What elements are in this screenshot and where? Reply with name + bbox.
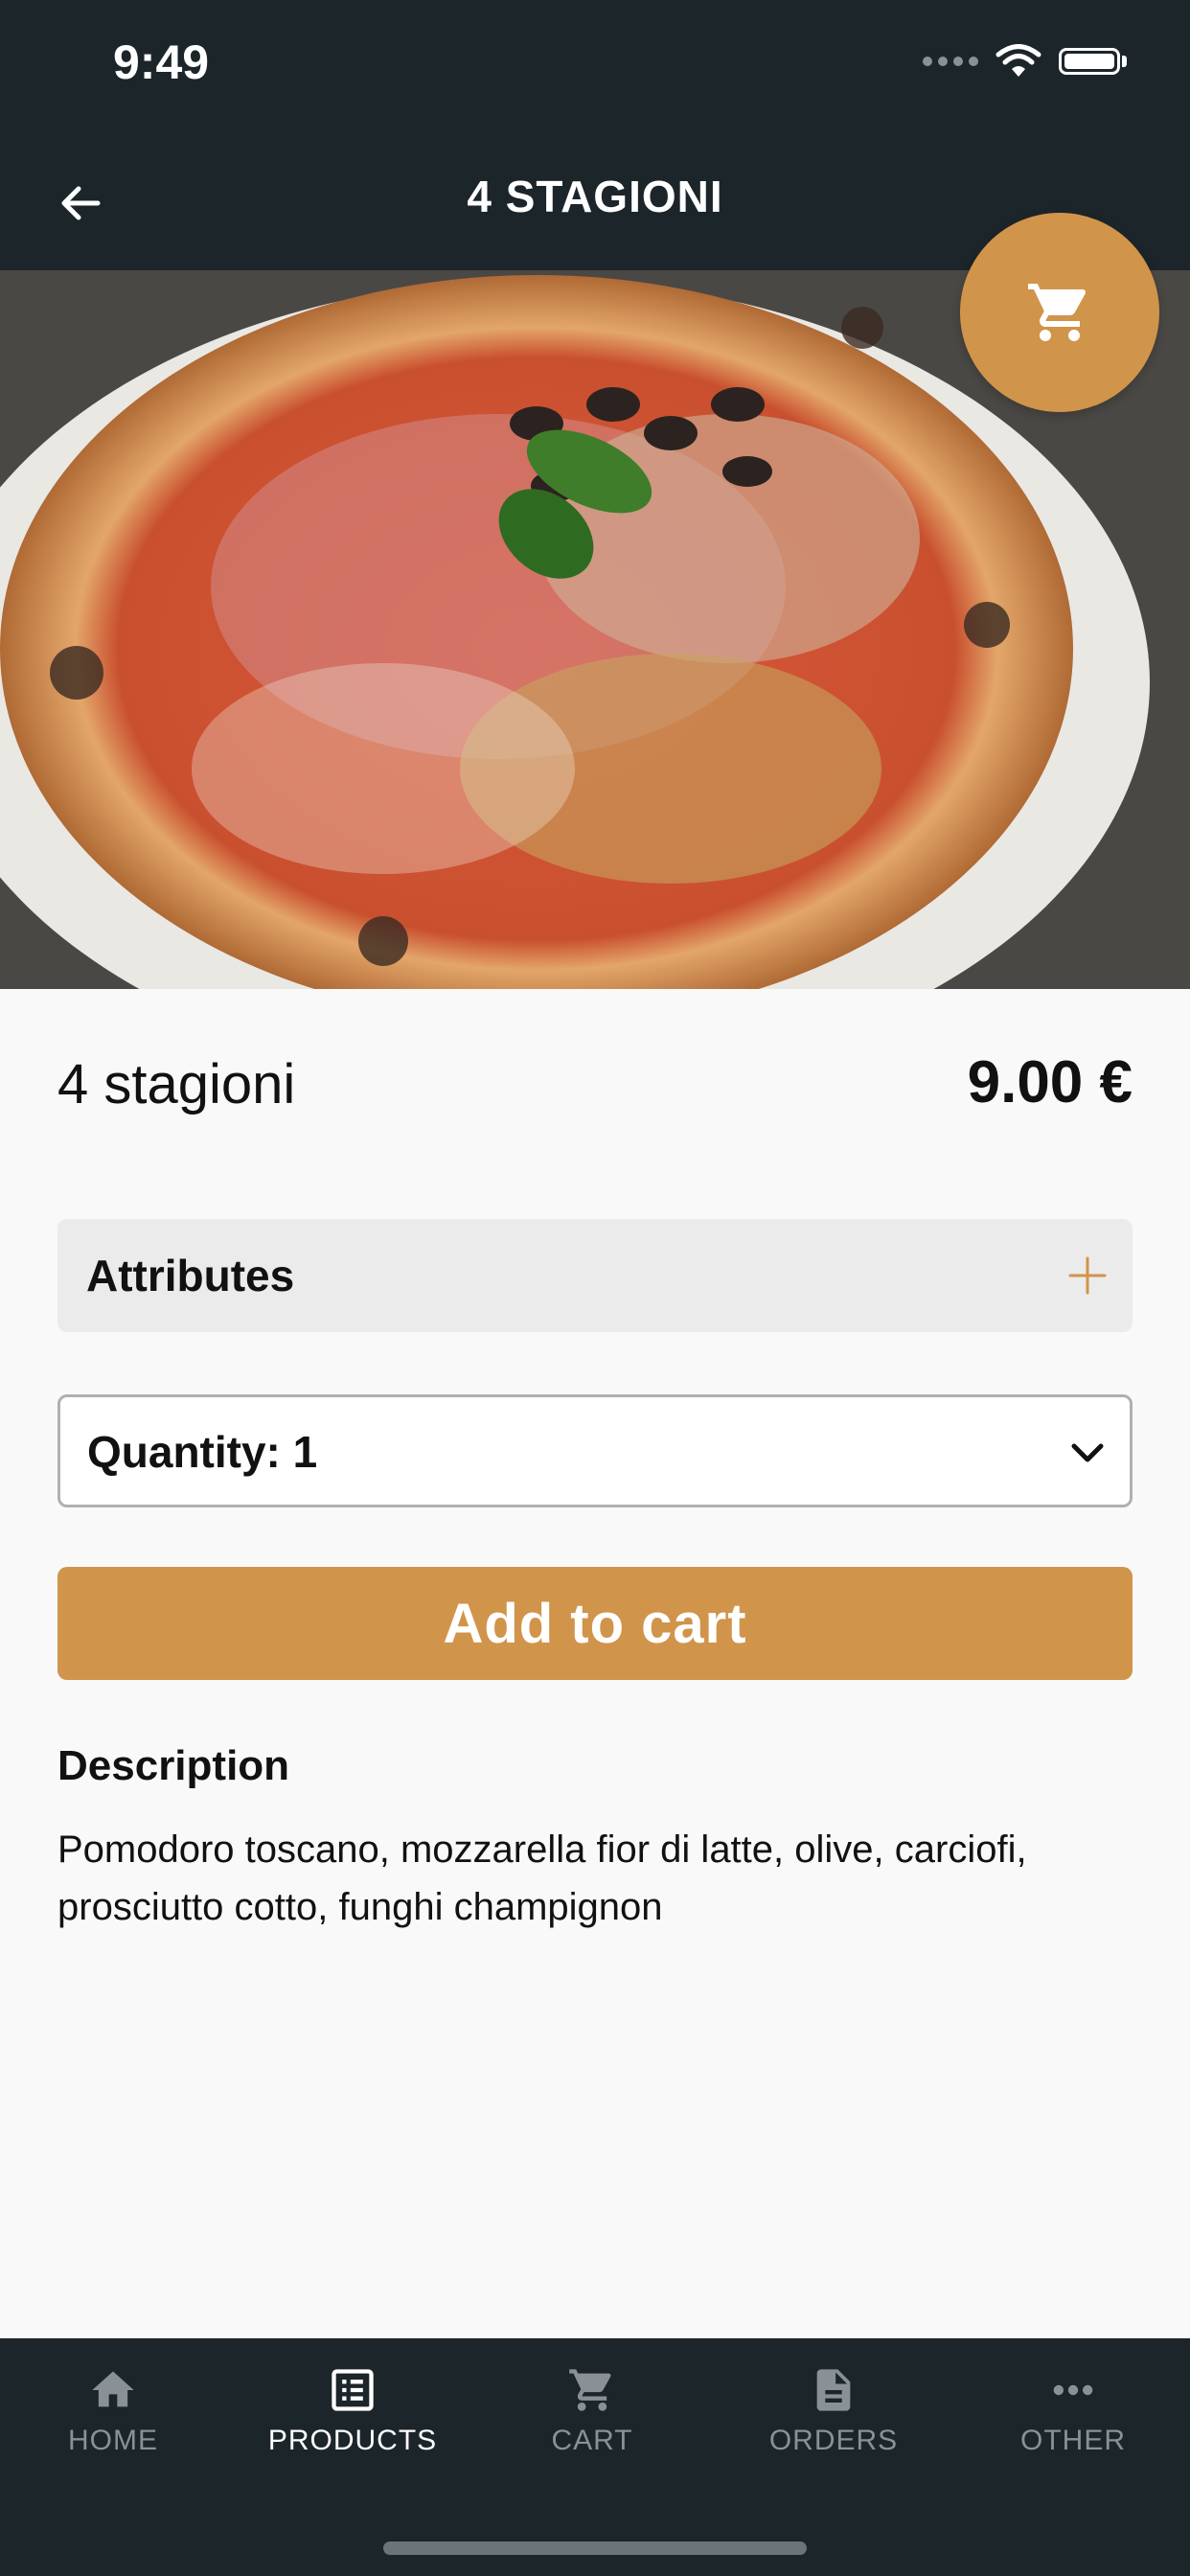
description-title: Description — [57, 1742, 290, 1789]
product-name: 4 stagioni — [57, 1053, 296, 1116]
nav-label-products: PRODUCTS — [267, 2425, 438, 2456]
page-title: 4 STAGIONI — [467, 172, 723, 221]
battery-icon — [1059, 48, 1127, 75]
quantity-value: Quantity: 1 — [87, 1427, 318, 1477]
attributes-accordion[interactable]: Attributes — [57, 1219, 1133, 1332]
nav-item-products[interactable]: PRODUCTS — [247, 2365, 458, 2457]
chevron-down-icon — [1071, 1443, 1104, 1462]
quantity-select[interactable]: Quantity: 1 — [57, 1394, 1133, 1507]
bottom-navigation: HOME PRODUCTS CART ORDERS OTHER — [0, 2338, 1190, 2576]
document-icon — [816, 2369, 851, 2411]
description-text: Pomodoro toscano, mozzarella fior di lat… — [57, 1828, 1027, 1928]
wifi-icon — [995, 44, 1041, 77]
nav-label-other: OTHER — [1020, 2425, 1126, 2456]
add-to-cart-button[interactable]: Add to cart — [57, 1567, 1133, 1680]
status-icons — [923, 44, 1127, 79]
nav-item-cart[interactable]: CART — [487, 2365, 698, 2457]
nav-item-other[interactable]: OTHER — [968, 2365, 1179, 2457]
home-icon — [92, 2371, 134, 2407]
cart-icon — [1028, 284, 1087, 341]
status-bar: 9:49 — [0, 0, 1190, 134]
list-icon — [332, 2369, 374, 2411]
nav-label-cart: CART — [551, 2425, 633, 2456]
attributes-label: Attributes — [86, 1251, 295, 1300]
cart-fab-button[interactable] — [960, 213, 1159, 412]
nav-label-home: HOME — [68, 2425, 158, 2456]
nav-item-orders[interactable]: ORDERS — [728, 2365, 939, 2457]
more-icon — [1053, 2384, 1093, 2396]
cart-icon — [569, 2369, 611, 2411]
product-price: 9.00 € — [967, 1049, 1133, 1116]
signal-icon — [923, 57, 978, 66]
nav-item-home[interactable]: HOME — [8, 2365, 218, 2457]
plus-icon — [1068, 1256, 1107, 1295]
status-time: 9:49 — [113, 35, 210, 89]
home-indicator — [383, 2542, 807, 2555]
nav-label-orders: ORDERS — [768, 2425, 899, 2456]
